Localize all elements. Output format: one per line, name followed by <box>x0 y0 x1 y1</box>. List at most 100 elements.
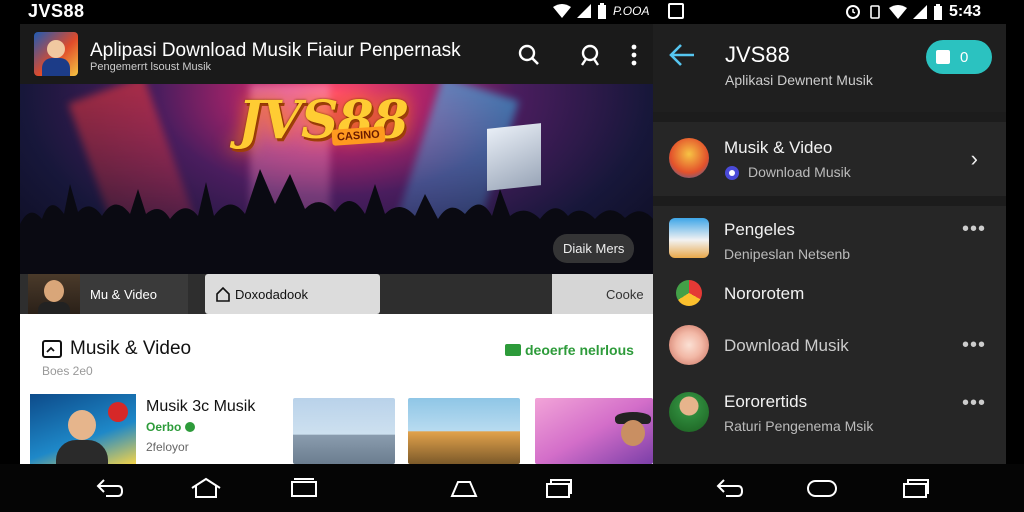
more-horizontal-icon[interactable]: ••• <box>962 334 986 357</box>
chrome-icon <box>676 280 702 306</box>
status-text: P.OOA <box>613 4 650 18</box>
hero-pill-button[interactable]: Diaik Mers <box>553 234 635 263</box>
drawer-item-title: Download Musik <box>724 336 849 355</box>
drawer-header: JVS88 Aplikasi Dewnent Musik 0 <box>653 24 1006 112</box>
featured-card-image[interactable] <box>30 394 136 464</box>
recents-icon <box>546 479 572 498</box>
category-strip: Mu & Video Doxodadook Cooke <box>20 274 653 316</box>
back-nav-button[interactable] <box>94 476 126 500</box>
drawer-item-pengeles[interactable]: Pengeles Denipeslan Netsenb ••• <box>653 212 1006 274</box>
drawer-item-subtitle: Raturi Pengenema Msik <box>724 418 874 434</box>
back-icon <box>716 479 744 497</box>
chevron-right-icon: › <box>970 146 978 171</box>
avatar[interactable] <box>28 274 80 316</box>
toggle-value: 0 <box>960 48 969 66</box>
featured-card-meta: 2feloyor <box>146 440 189 454</box>
section-title-label: Musik & Video <box>70 338 192 359</box>
overflow-menu-button[interactable] <box>621 42 647 68</box>
thumbnail-artist[interactable] <box>535 398 653 464</box>
status-icons-left: P.OOA <box>553 3 649 19</box>
hero-banner[interactable]: JVS88 CASINO Diaik Mers <box>20 84 653 274</box>
music-video-icon <box>669 138 709 178</box>
battery-icon <box>934 4 942 20</box>
drawer-item-subtitle: Download Musik <box>724 164 851 180</box>
content-section: Musik & Video Boes 2e0 deoerfe nelrlous … <box>20 314 653 464</box>
music-disc-icon <box>725 166 739 180</box>
back-button[interactable] <box>667 42 697 68</box>
toggle-knob-icon <box>936 50 950 64</box>
right-drawer-panel: JVS88 Aplikasi Dewnent Musik 0 Musik & V… <box>653 24 1006 464</box>
drawer-item-eororertids[interactable]: Eororertids Raturi Pengenema Msik ••• <box>653 388 1006 450</box>
drawer-item-title: Musik & Video <box>724 138 833 157</box>
section-title: Musik & Video <box>42 338 191 360</box>
section-subtitle: Boes 2e0 <box>42 364 93 378</box>
tab-cookie[interactable]: Cooke <box>552 274 653 314</box>
featured-card-tag-label: Oerbo <box>146 420 182 434</box>
signal-icon <box>913 5 927 19</box>
featured-card-tag: Oerbo <box>146 420 196 434</box>
app-icon <box>669 218 709 258</box>
home-icon <box>216 286 230 302</box>
wifi-icon <box>553 4 571 18</box>
more-horizontal-icon[interactable]: ••• <box>962 392 986 415</box>
tab-download[interactable]: Doxodadook <box>205 274 380 314</box>
drawer-item-music-video[interactable]: Musik & Video Download Musik › <box>653 128 1006 190</box>
recents-nav-button-3[interactable] <box>900 476 932 500</box>
home-icon <box>191 477 221 498</box>
recents-icon <box>291 478 317 497</box>
left-app-window: Aplipasi Download Musik Fiaiur Penpernas… <box>20 24 653 464</box>
drawer-item-download-musik[interactable]: Download Musik ••• <box>653 322 1006 384</box>
tab-music-video[interactable]: Mu & Video <box>80 274 188 314</box>
app-header-title: Aplipasi Download Musik Fiaiur Penpernas… <box>90 40 461 61</box>
featured-card-title[interactable]: Musik 3c Musik <box>146 398 255 416</box>
drawer-item-title: Pengeles <box>724 220 795 239</box>
drawer-item-title: Eororertids <box>724 392 808 411</box>
home-icon <box>807 480 837 497</box>
drawer-item-subtitle-label: Download Musik <box>748 164 851 180</box>
home-nav-button[interactable] <box>190 476 222 500</box>
tab-music-video-label: Mu & Video <box>90 286 157 302</box>
avatar <box>669 392 709 432</box>
tab-cookie-label: Cooke <box>606 286 644 302</box>
divider <box>653 196 1006 206</box>
drawer-subtitle: Aplikasi Dewnent Musik <box>725 72 873 88</box>
recents-icon <box>903 479 929 498</box>
recents-nav-button-2[interactable] <box>543 476 575 500</box>
gallery-icon <box>668 3 684 19</box>
drawer-title: JVS88 <box>725 42 790 67</box>
more-horizontal-icon[interactable]: ••• <box>962 218 986 241</box>
see-more-link[interactable]: deoerfe nelrlous <box>505 342 634 358</box>
back-icon <box>96 479 124 497</box>
app-icon[interactable] <box>34 32 78 76</box>
signal-icon <box>577 4 591 18</box>
battery-icon <box>598 3 606 19</box>
app-header: Aplipasi Download Musik Fiaiur Penpernas… <box>20 24 653 84</box>
search-icon <box>581 44 599 66</box>
app-header-subtitle: Pengemerrt lsoust Musik <box>90 61 212 73</box>
thumbnail-castle[interactable] <box>408 398 520 464</box>
play-badge-icon <box>505 344 521 356</box>
divider <box>653 112 1006 122</box>
search-button[interactable] <box>516 42 542 68</box>
status-app-title: JVS88 <box>28 1 85 21</box>
drawer-item-title: Nororotem <box>724 284 805 303</box>
drawer-toggle[interactable]: 0 <box>926 40 992 74</box>
music-icon <box>669 325 709 365</box>
navigation-bar <box>0 464 1024 512</box>
thumbnail-landscape[interactable] <box>293 398 395 464</box>
status-dot-icon <box>185 422 196 432</box>
arrow-left-icon <box>669 44 694 66</box>
recents-nav-button[interactable] <box>288 476 320 500</box>
search-button-2[interactable] <box>578 42 604 68</box>
video-icon <box>42 340 62 358</box>
more-vertical-icon <box>631 44 637 66</box>
back-nav-button-2[interactable] <box>714 476 746 500</box>
wifi-icon <box>889 5 907 19</box>
home-nav-button-3[interactable] <box>806 476 838 500</box>
status-time: 5:43 <box>949 3 982 20</box>
tab-download-label: Doxodadook <box>235 286 308 302</box>
status-icons-right: 5:43 <box>845 3 981 21</box>
home-nav-button-2[interactable] <box>448 476 480 500</box>
search-icon <box>518 44 539 65</box>
status-bar: JVS88 P.OOA 5:43 <box>0 0 1024 24</box>
